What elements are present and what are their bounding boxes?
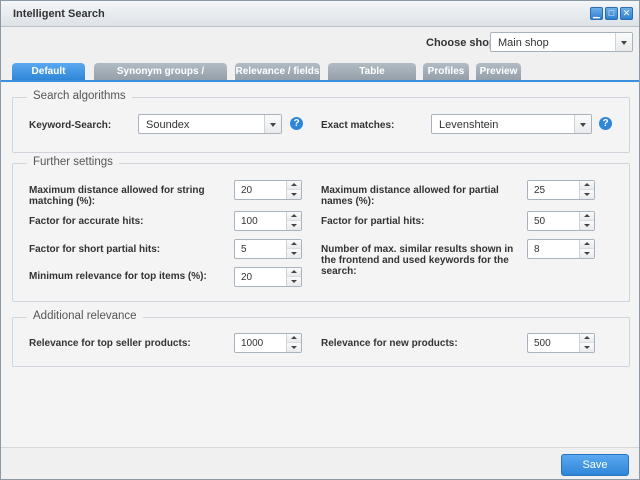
additional-relevance-legend: Additional relevance [27,310,143,322]
maximize-icon[interactable]: □ [605,7,618,20]
increment-icon[interactable] [286,181,301,190]
top-seller-label: Relevance for top seller products: [29,338,191,349]
new-products-label: Relevance for new products: [321,338,458,349]
increment-icon[interactable] [579,240,594,249]
decrement-icon[interactable] [286,221,301,230]
factor-accurate-stepper[interactable]: 100 [234,211,302,231]
min-relevance-top-value: 20 [241,272,253,283]
factor-partial-stepper[interactable]: 50 [527,211,595,231]
decrement-icon[interactable] [286,190,301,199]
save-button[interactable]: Save [561,454,629,476]
exact-matches-select[interactable]: Levenshtein [431,114,592,134]
max-distance-partial-label: Maximum distance allowed for partial nam… [321,185,499,207]
tab-synonym-groups[interactable]: Synonym groups / promotions [94,63,227,94]
max-similar-results-stepper[interactable]: 8 [527,239,595,259]
window-controls: ▁ □ ✕ [590,7,633,20]
max-similar-results-value: 8 [534,244,540,255]
tab-relevance-fields[interactable]: Relevance / fields [235,63,320,80]
factor-short-partial-stepper[interactable]: 5 [234,239,302,259]
increment-icon[interactable] [286,334,301,343]
max-distance-string-stepper[interactable]: 20 [234,180,302,200]
increment-icon[interactable] [579,334,594,343]
search-algorithms-group: Search algorithms Keyword-Search: Sounde… [12,90,630,153]
chevron-down-icon[interactable] [264,115,281,133]
min-relevance-top-stepper[interactable]: 20 [234,267,302,287]
close-icon[interactable]: ✕ [620,7,633,20]
increment-icon[interactable] [579,212,594,221]
keyword-search-select[interactable]: Soundex [138,114,282,134]
max-distance-string-value: 20 [241,185,253,196]
decrement-icon[interactable] [286,277,301,286]
increment-icon[interactable] [286,240,301,249]
shop-bar: Choose shop: Main shop [1,28,639,58]
increment-icon[interactable] [286,268,301,277]
factor-short-partial-value: 5 [241,244,247,255]
chevron-down-icon[interactable] [574,115,591,133]
choose-shop-label: Choose shop: [426,37,500,49]
minimize-icon[interactable]: ▁ [590,7,603,20]
shop-select[interactable]: Main shop [490,32,633,52]
decrement-icon[interactable] [579,249,594,258]
keyword-search-label: Keyword-Search: [29,120,112,131]
additional-relevance-group: Additional relevance Relevance for top s… [12,310,630,367]
search-algorithms-legend: Search algorithms [27,90,132,102]
further-settings-legend: Further settings [27,156,119,168]
max-distance-string-label: Maximum distance allowed for string matc… [29,185,205,207]
factor-short-partial-label: Factor for short partial hits: [29,244,161,255]
tab-bar: Default settings Synonym groups / promot… [1,63,639,94]
help-icon[interactable]: ? [599,117,612,130]
factor-accurate-value: 100 [241,216,258,227]
max-distance-partial-value: 25 [534,185,546,196]
plugin-window: Intelligent Search ▁ □ ✕ Choose shop: Ma… [0,0,640,480]
decrement-icon[interactable] [579,343,594,352]
new-products-value: 500 [534,338,551,349]
factor-accurate-label: Factor for accurate hits: [29,216,144,227]
increment-icon[interactable] [579,181,594,190]
max-similar-results-label: Number of max. similar results shown in … [321,244,514,277]
increment-icon[interactable] [286,212,301,221]
decrement-icon[interactable] [579,190,594,199]
decrement-icon[interactable] [286,249,301,258]
tab-content: Search algorithms Keyword-Search: Sounde… [1,82,639,447]
tab-profiles[interactable]: Profiles [423,63,469,80]
tab-table-configuration[interactable]: Table configuration [328,63,416,94]
window-title: Intelligent Search [13,8,105,20]
keyword-search-value: Soundex [146,119,190,131]
min-relevance-top-label: Minimum relevance for top items (%): [29,271,207,282]
top-seller-stepper[interactable]: 1000 [234,333,302,353]
exact-matches-label: Exact matches: [321,120,395,131]
decrement-icon[interactable] [579,221,594,230]
help-icon[interactable]: ? [290,117,303,130]
factor-partial-label: Factor for partial hits: [321,216,425,227]
max-distance-partial-stepper[interactable]: 25 [527,180,595,200]
tab-default-settings[interactable]: Default settings [12,63,85,94]
title-bar[interactable]: Intelligent Search ▁ □ ✕ [1,1,639,27]
footer-bar: Save [1,447,639,479]
shop-select-value: Main shop [498,37,549,49]
new-products-stepper[interactable]: 500 [527,333,595,353]
exact-matches-value: Levenshtein [439,119,499,131]
factor-partial-value: 50 [534,216,546,227]
decrement-icon[interactable] [286,343,301,352]
chevron-down-icon[interactable] [615,33,632,51]
top-seller-value: 1000 [241,338,264,349]
tab-preview[interactable]: Preview [476,63,521,80]
further-settings-group: Further settings Maximum distance allowe… [12,156,630,302]
